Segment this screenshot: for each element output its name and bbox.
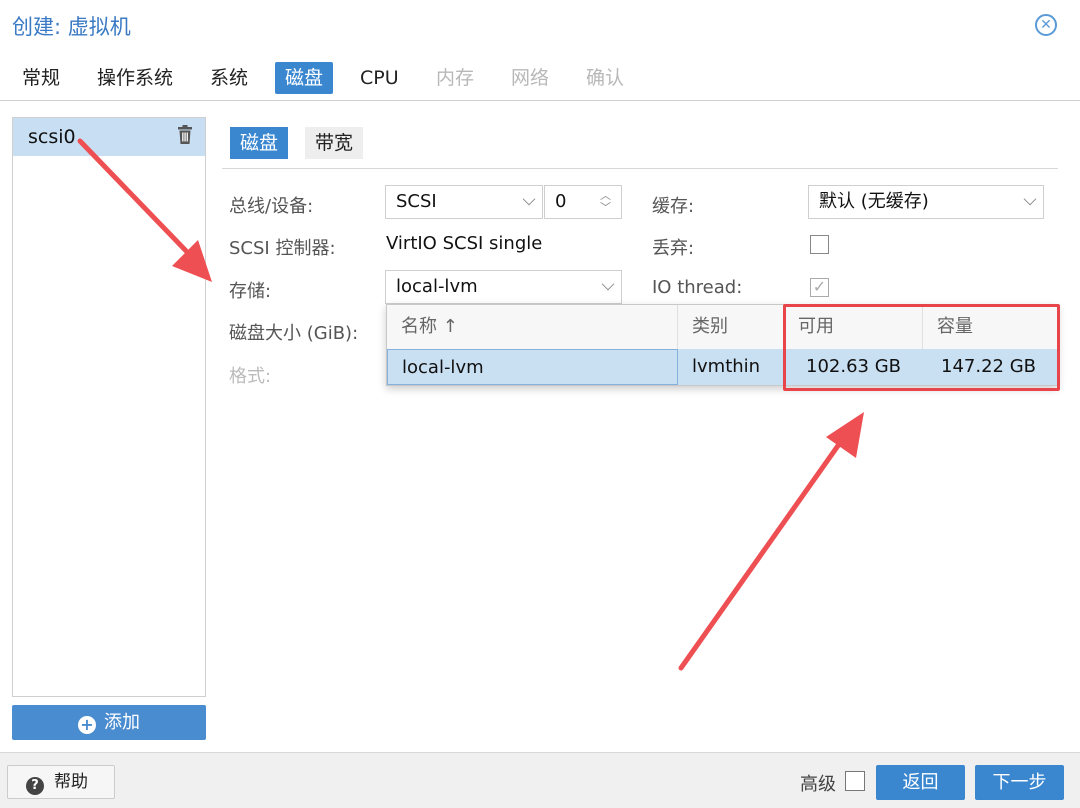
advanced-label: 高级 <box>800 774 836 795</box>
annotation-arrow-right <box>678 412 864 671</box>
next-button[interactable]: 下一步 <box>975 765 1064 800</box>
annotation-arrow-left <box>77 138 212 282</box>
help-label: 帮助 <box>54 772 88 792</box>
back-button[interactable]: 返回 <box>876 765 965 800</box>
annotation-arrows <box>77 138 864 671</box>
advanced-checkbox[interactable] <box>845 771 865 791</box>
help-button[interactable]: ? 帮助 <box>7 765 115 799</box>
question-icon: ? <box>26 777 44 795</box>
